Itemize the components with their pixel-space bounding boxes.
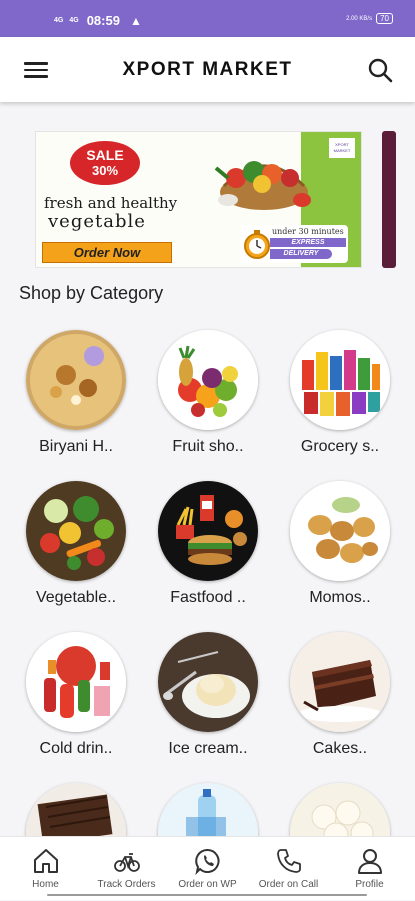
delivery-label: DELIVERY [270,249,332,259]
signal-indicator-2: 4G [69,16,79,24]
nav-profile[interactable]: Profile [328,837,411,901]
category-cakes[interactable]: Cakes.. [285,632,395,758]
sale-percent: 30% [91,163,119,178]
nav-home[interactable]: Home [4,837,87,901]
banner-headline-2: vegetable [48,211,146,232]
vegetable-basket-image [214,161,311,210]
express-delivery-badge: under 30 minutes EXPRESS DELIVERY [240,225,348,263]
category-label: Momos.. [309,589,371,606]
biryani-image [26,330,126,430]
nav-order-call[interactable]: Order on Call [247,837,330,901]
status-time: 08:59 [86,13,120,28]
fastfood-image [158,481,258,581]
whatsapp-icon [194,848,220,875]
category-label: Fastfood .. [170,589,246,606]
next-banner-peek[interactable] [382,131,396,268]
category-vegetable[interactable]: Vegetable.. [21,481,131,607]
express-label: EXPRESS [270,238,346,247]
clock-icon [244,230,270,259]
banner-headline-1: fresh and healthy [44,194,178,212]
ice-cream-image [158,632,258,732]
category-biryani[interactable]: Biryani H.. [21,330,131,456]
category-label: Ice cream.. [168,740,248,757]
momos-image [290,481,390,581]
bicycle-icon [113,853,140,872]
bottom-nav: Home Track Orders Order on WP Order on C… [0,836,415,900]
net-speed: 2.00 KB/s [346,15,373,22]
cold-drinks-image [26,632,126,732]
user-icon [357,849,382,874]
category-label: Cakes.. [312,740,368,757]
fruit-image [158,330,258,430]
vegetable-image [26,481,126,581]
category-momos[interactable]: Momos.. [285,481,395,607]
category-label: Grocery s.. [300,438,380,455]
app-title: XPORT MARKET [122,59,293,80]
nav-track-orders[interactable]: Track Orders [85,837,168,901]
category-label: Cold drin.. [39,740,113,757]
nav-label: Track Orders [97,879,156,890]
app-header: XPORT MARKET [0,37,415,102]
express-subtitle: under 30 minutes [272,227,344,236]
nav-label: Order on WP [178,879,237,890]
search-icon[interactable] [367,57,393,83]
category-fastfood[interactable]: Fastfood .. [153,481,263,607]
status-bar: 4G 4G 08:59 ▲ 2.00 KB/s 70 [0,0,415,37]
phone-icon [276,849,301,873]
order-now-button[interactable]: Order Now [42,242,172,263]
grocery-image [290,330,390,430]
category-fruit[interactable]: Fruit sho.. [153,330,263,456]
category-label: Biryani H.. [39,438,113,455]
signal-indicator-1: 4G [54,16,64,24]
section-title: Shop by Category [19,283,164,303]
sale-badge: SALE 30% [70,141,140,185]
category-label: Fruit sho.. [172,438,244,455]
nav-order-whatsapp[interactable]: Order on WP [166,837,249,901]
promo-banner[interactable]: XPORT MARKET SALE 30% fresh and healthy v… [35,131,362,268]
cake-image [290,632,390,732]
sale-text: SALE [86,147,124,163]
battery-icon: 70 [376,13,393,24]
category-grocery[interactable]: Grocery s.. [285,330,395,456]
nav-label: Profile [355,879,384,890]
category-cold-drinks[interactable]: Cold drin.. [21,632,131,758]
gesture-bar[interactable] [47,894,367,896]
warning-icon: ▲ [129,13,142,28]
nav-label: Home [32,879,59,890]
nav-label: Order on Call [258,879,319,890]
banner-logo: XPORT MARKET [329,138,355,158]
category-label: Vegetable.. [35,589,117,606]
category-ice-cream[interactable]: Ice cream.. [153,632,263,758]
home-icon [33,849,58,873]
